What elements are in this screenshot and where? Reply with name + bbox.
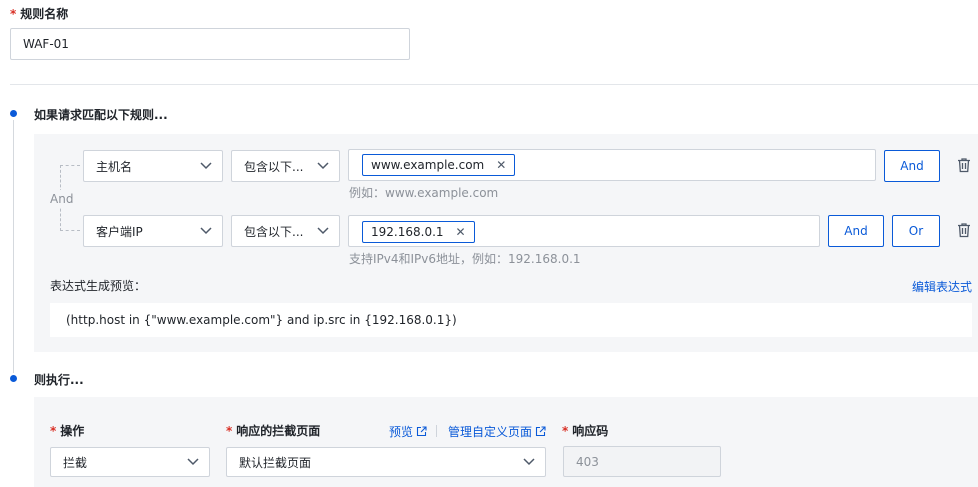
tag-text: www.example.com bbox=[371, 158, 485, 172]
condition-1-operator-value: 包含以下... bbox=[244, 159, 304, 174]
external-link-icon bbox=[416, 426, 427, 437]
trash-icon[interactable] bbox=[956, 157, 972, 173]
chevron-down-icon bbox=[523, 458, 535, 466]
condition-2-or-button[interactable]: Or bbox=[892, 215, 940, 247]
chevron-down-icon bbox=[187, 458, 199, 466]
response-code-label-text: 响应码 bbox=[572, 424, 609, 438]
condition-1-and-button[interactable]: And bbox=[884, 150, 940, 182]
condition-2-field-select[interactable]: 客户端IP bbox=[83, 215, 223, 247]
preview-link-text: 预览 bbox=[389, 425, 414, 439]
timeline-line bbox=[13, 120, 14, 373]
response-code-input: 403 bbox=[563, 446, 721, 477]
rule-name-label-text: 规则名称 bbox=[20, 7, 69, 21]
trash-icon[interactable] bbox=[956, 222, 972, 238]
edit-expression-link[interactable]: 编辑表达式 bbox=[912, 278, 972, 295]
condition-2-field-value: 客户端IP bbox=[96, 224, 143, 239]
chevron-down-icon bbox=[200, 162, 212, 170]
match-section-title: 如果请求匹配以下规则... bbox=[34, 108, 168, 122]
block-page-value: 默认拦截页面 bbox=[239, 455, 312, 470]
required-mark: * bbox=[50, 424, 57, 438]
block-page-label-text: 响应的拦截页面 bbox=[236, 424, 321, 438]
expression-preview-label: 表达式生成预览： bbox=[50, 279, 147, 293]
condition-2-and-button[interactable]: And bbox=[828, 215, 884, 247]
condition-1-hint: 例如：www.example.com bbox=[349, 186, 499, 200]
chevron-down-icon bbox=[317, 162, 329, 170]
condition-2-operator-select[interactable]: 包含以下... bbox=[231, 215, 340, 247]
condition-2-hint: 支持IPv4和IPv6地址，例如：192.168.0.1 bbox=[349, 252, 581, 266]
divider bbox=[10, 84, 978, 85]
rule-name-input[interactable]: WAF-01 bbox=[10, 28, 410, 60]
manage-link-text: 管理自定义页面 bbox=[448, 425, 533, 439]
response-code-value: 403 bbox=[576, 454, 599, 469]
block-page-select[interactable]: 默认拦截页面 bbox=[226, 447, 546, 477]
condition-1-value-tag: www.example.com ✕ bbox=[362, 154, 516, 176]
rule-name-label: * 规则名称 bbox=[10, 5, 68, 22]
tag-text: 192.168.0.1 bbox=[371, 225, 444, 239]
operation-value: 拦截 bbox=[63, 455, 88, 470]
condition-1-field-value: 主机名 bbox=[96, 159, 133, 174]
response-code-label: * 响应码 bbox=[562, 422, 608, 439]
chevron-down-icon bbox=[317, 227, 329, 235]
external-link-icon bbox=[535, 426, 546, 437]
rule-name-value: WAF-01 bbox=[23, 37, 69, 51]
preview-link[interactable]: 预览 bbox=[389, 423, 427, 440]
condition-1-field-select[interactable]: 主机名 bbox=[83, 150, 223, 182]
operation-select[interactable]: 拦截 bbox=[50, 447, 210, 477]
condition-2-operator-value: 包含以下... bbox=[244, 224, 304, 239]
close-icon[interactable]: ✕ bbox=[456, 225, 466, 239]
timeline-dot-action bbox=[10, 375, 17, 382]
condition-1-operator-select[interactable]: 包含以下... bbox=[231, 150, 340, 182]
block-page-label: * 响应的拦截页面 bbox=[226, 422, 320, 439]
manage-custom-pages-link[interactable]: 管理自定义页面 bbox=[448, 423, 546, 440]
close-icon[interactable]: ✕ bbox=[496, 158, 506, 172]
required-mark: * bbox=[10, 7, 17, 21]
and-connector-label: And bbox=[48, 190, 76, 208]
required-mark: * bbox=[562, 424, 569, 438]
chevron-down-icon bbox=[200, 227, 212, 235]
operation-label-text: 操作 bbox=[60, 424, 85, 438]
required-mark: * bbox=[226, 424, 233, 438]
condition-2-value-tag: 192.168.0.1 ✕ bbox=[362, 221, 475, 243]
expression-preview-box: (http.host in {"www.example.com"} and ip… bbox=[50, 303, 972, 337]
expression-text: (http.host in {"www.example.com"} and ip… bbox=[66, 313, 457, 327]
action-section-title: 则执行... bbox=[34, 373, 84, 387]
timeline-dot-match bbox=[10, 110, 17, 117]
operation-label: * 操作 bbox=[50, 422, 84, 439]
link-separator bbox=[436, 425, 437, 437]
